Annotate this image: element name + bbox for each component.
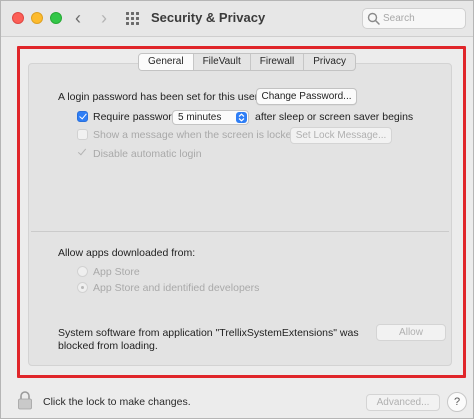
tab-bar: General FileVault Firewall Privacy [138, 53, 356, 71]
system-preferences-window: ‹ › Security & Privacy General FileVault… [0, 0, 474, 419]
show-message-label: Show a message when the screen is locked [93, 129, 298, 141]
disable-auto-login-label: Disable automatic login [93, 148, 202, 160]
require-password-checkbox[interactable] [77, 111, 88, 122]
general-panel [28, 63, 452, 366]
tab-firewall[interactable]: Firewall [251, 54, 305, 70]
advanced-button[interactable]: Advanced... [366, 394, 440, 411]
radio-app-store[interactable] [77, 266, 88, 277]
allow-button[interactable]: Allow [376, 324, 446, 341]
show-all-grid-icon[interactable] [126, 12, 140, 26]
after-sleep-text: after sleep or screen saver begins [255, 111, 414, 123]
forward-chevron-icon[interactable]: › [94, 8, 114, 28]
disable-auto-login-checkbox[interactable] [77, 147, 88, 158]
show-message-checkbox[interactable] [77, 129, 88, 140]
close-window-button[interactable] [12, 12, 24, 24]
search-input[interactable] [383, 11, 463, 26]
require-password-delay-select[interactable]: 5 minutes [172, 110, 249, 125]
tab-privacy[interactable]: Privacy [304, 54, 355, 70]
zoom-window-button[interactable] [50, 12, 62, 24]
title-bar: ‹ › Security & Privacy [1, 1, 473, 37]
login-password-text: A login password has been set for this u… [58, 91, 259, 103]
tab-filevault[interactable]: FileVault [194, 54, 251, 70]
minimize-window-button[interactable] [31, 12, 43, 24]
window-title: Security & Privacy [151, 10, 266, 25]
lock-icon[interactable] [17, 390, 33, 410]
blocked-message-line1: System software from application "Trelli… [58, 327, 359, 339]
require-password-label: Require password [93, 111, 178, 123]
section-divider [31, 231, 449, 232]
set-lock-message-button[interactable]: Set Lock Message... [290, 127, 392, 144]
radio-app-store-label: App Store [93, 266, 140, 278]
blocked-message-line2: blocked from loading. [58, 340, 158, 352]
select-arrows-icon [236, 112, 247, 123]
require-password-delay-value: 5 minutes [178, 112, 222, 123]
radio-app-store-identified[interactable] [77, 282, 88, 293]
change-password-button[interactable]: Change Password... [256, 88, 357, 105]
back-chevron-icon[interactable]: ‹ [68, 8, 88, 28]
search-icon [367, 12, 380, 25]
help-button[interactable]: ? [447, 392, 467, 412]
lock-footer-text: Click the lock to make changes. [43, 396, 191, 408]
radio-app-store-identified-label: App Store and identified developers [93, 282, 260, 294]
search-field[interactable] [362, 8, 466, 29]
tab-general[interactable]: General [139, 54, 194, 70]
allow-apps-heading: Allow apps downloaded from: [58, 247, 196, 259]
